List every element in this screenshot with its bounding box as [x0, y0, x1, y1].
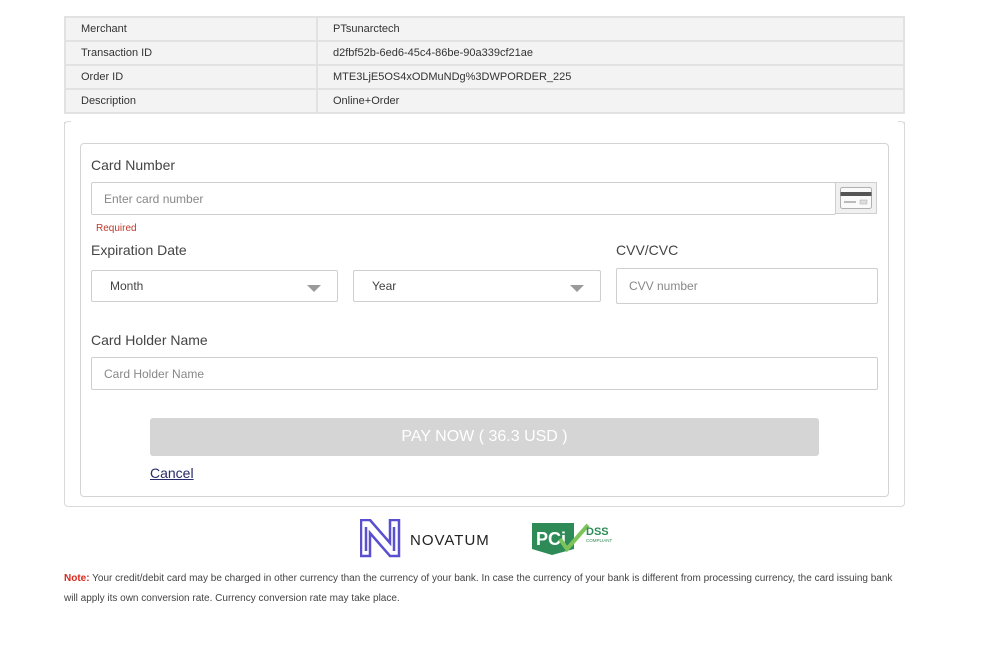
card-number-label: Card Number: [91, 157, 176, 173]
note-label: Note:: [64, 573, 90, 584]
chevron-down-icon: [570, 285, 584, 292]
logos: NOVATUM PCi DSS COMPLIANT: [359, 518, 615, 564]
description-key: Description: [64, 88, 318, 114]
cvv-input[interactable]: CVV number: [616, 268, 878, 304]
table-row: Transaction ID d2fbf52b-6ed6-45c4-86be-9…: [64, 40, 905, 66]
transaction-id-value: d2fbf52b-6ed6-45c4-86be-90a339cf21ae: [316, 40, 905, 66]
merchant-key: Merchant: [64, 16, 318, 42]
panel-corner: [64, 121, 71, 128]
transaction-id-key: Transaction ID: [64, 40, 318, 66]
cancel-link[interactable]: Cancel: [150, 465, 194, 481]
required-hint: Required: [96, 223, 137, 234]
pay-now-button[interactable]: PAY NOW ( 36.3 USD ): [150, 418, 819, 456]
transaction-info-table: Merchant PTsunarctech Transaction ID d2f…: [64, 16, 905, 114]
pci-dss-logo: PCi DSS COMPLIANT: [532, 523, 613, 555]
year-value: Year: [372, 279, 397, 293]
dss-text: DSS: [586, 526, 609, 538]
merchant-value: PTsunarctech: [316, 16, 905, 42]
table-row: Description Online+Order: [64, 88, 905, 114]
table-row: Order ID MTE3LjE5OS4xODMuNDg%3DWPORDER_2…: [64, 64, 905, 90]
month-value: Month: [110, 279, 144, 293]
order-id-value: MTE3LjE5OS4xODMuNDg%3DWPORDER_225: [316, 64, 905, 90]
table-row: Merchant PTsunarctech: [64, 16, 905, 42]
panel-corner: [898, 121, 905, 128]
novatum-logo: NOVATUM PCi DSS COMPLIANT: [359, 518, 613, 558]
note-text: Your credit/debit card may be charged in…: [64, 573, 893, 604]
card-number-input[interactable]: Enter card number: [91, 182, 836, 215]
card-holder-label: Card Holder Name: [91, 332, 208, 348]
expiration-label: Expiration Date: [91, 242, 187, 258]
order-id-key: Order ID: [64, 64, 318, 90]
chevron-down-icon: [307, 285, 321, 292]
compliant-text: COMPLIANT: [586, 538, 613, 543]
currency-note: Note: Your credit/debit card may be char…: [64, 569, 904, 609]
credit-card-icon: [835, 182, 877, 214]
cvv-label: CVV/CVC: [616, 242, 679, 258]
novatum-wordmark: NOVATUM: [410, 532, 490, 549]
month-select[interactable]: Month: [91, 270, 338, 302]
card-holder-input[interactable]: Card Holder Name: [91, 357, 878, 390]
description-value: Online+Order: [316, 88, 905, 114]
year-select[interactable]: Year: [353, 270, 601, 302]
